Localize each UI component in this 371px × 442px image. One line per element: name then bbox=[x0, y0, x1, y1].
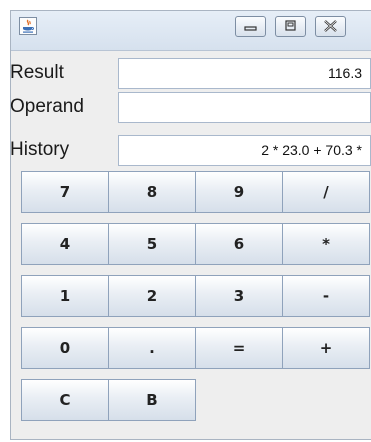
close-icon bbox=[324, 20, 337, 32]
key-2[interactable]: 2 bbox=[108, 275, 196, 317]
key-multiply[interactable]: * bbox=[282, 223, 370, 265]
result-field[interactable]: 116.3 bbox=[118, 58, 371, 89]
key-8[interactable]: 8 bbox=[108, 171, 196, 213]
key-decimal[interactable]: . bbox=[108, 327, 196, 369]
key-9[interactable]: 9 bbox=[195, 171, 283, 213]
key-5[interactable]: 5 bbox=[108, 223, 196, 265]
key-6[interactable]: 6 bbox=[195, 223, 283, 265]
title-bar[interactable] bbox=[11, 11, 371, 51]
keypad: 7 8 9 / 4 5 6 * 1 2 3 - 0 . = + C B bbox=[21, 171, 371, 422]
history-field[interactable]: 2 * 23.0 + 70.3 * bbox=[118, 135, 371, 166]
operand-field[interactable] bbox=[118, 92, 371, 123]
maximize-icon bbox=[285, 20, 296, 31]
key-subtract[interactable]: - bbox=[282, 275, 370, 317]
key-1[interactable]: 1 bbox=[21, 275, 109, 317]
key-equals[interactable]: = bbox=[195, 327, 283, 369]
key-add[interactable]: + bbox=[282, 327, 370, 369]
close-button[interactable] bbox=[315, 16, 346, 37]
history-label: History bbox=[10, 139, 70, 160]
maximize-button[interactable] bbox=[275, 16, 306, 37]
key-4[interactable]: 4 bbox=[21, 223, 109, 265]
java-app-icon bbox=[19, 17, 37, 35]
key-0[interactable]: 0 bbox=[21, 327, 109, 369]
minimize-icon bbox=[244, 26, 257, 31]
result-label: Result bbox=[10, 62, 64, 83]
key-backspace[interactable]: B bbox=[108, 379, 196, 421]
minimize-button[interactable] bbox=[235, 16, 266, 37]
key-clear[interactable]: C bbox=[21, 379, 109, 421]
key-7[interactable]: 7 bbox=[21, 171, 109, 213]
operand-label: Operand bbox=[10, 96, 84, 117]
key-divide[interactable]: / bbox=[282, 171, 370, 213]
key-3[interactable]: 3 bbox=[195, 275, 283, 317]
